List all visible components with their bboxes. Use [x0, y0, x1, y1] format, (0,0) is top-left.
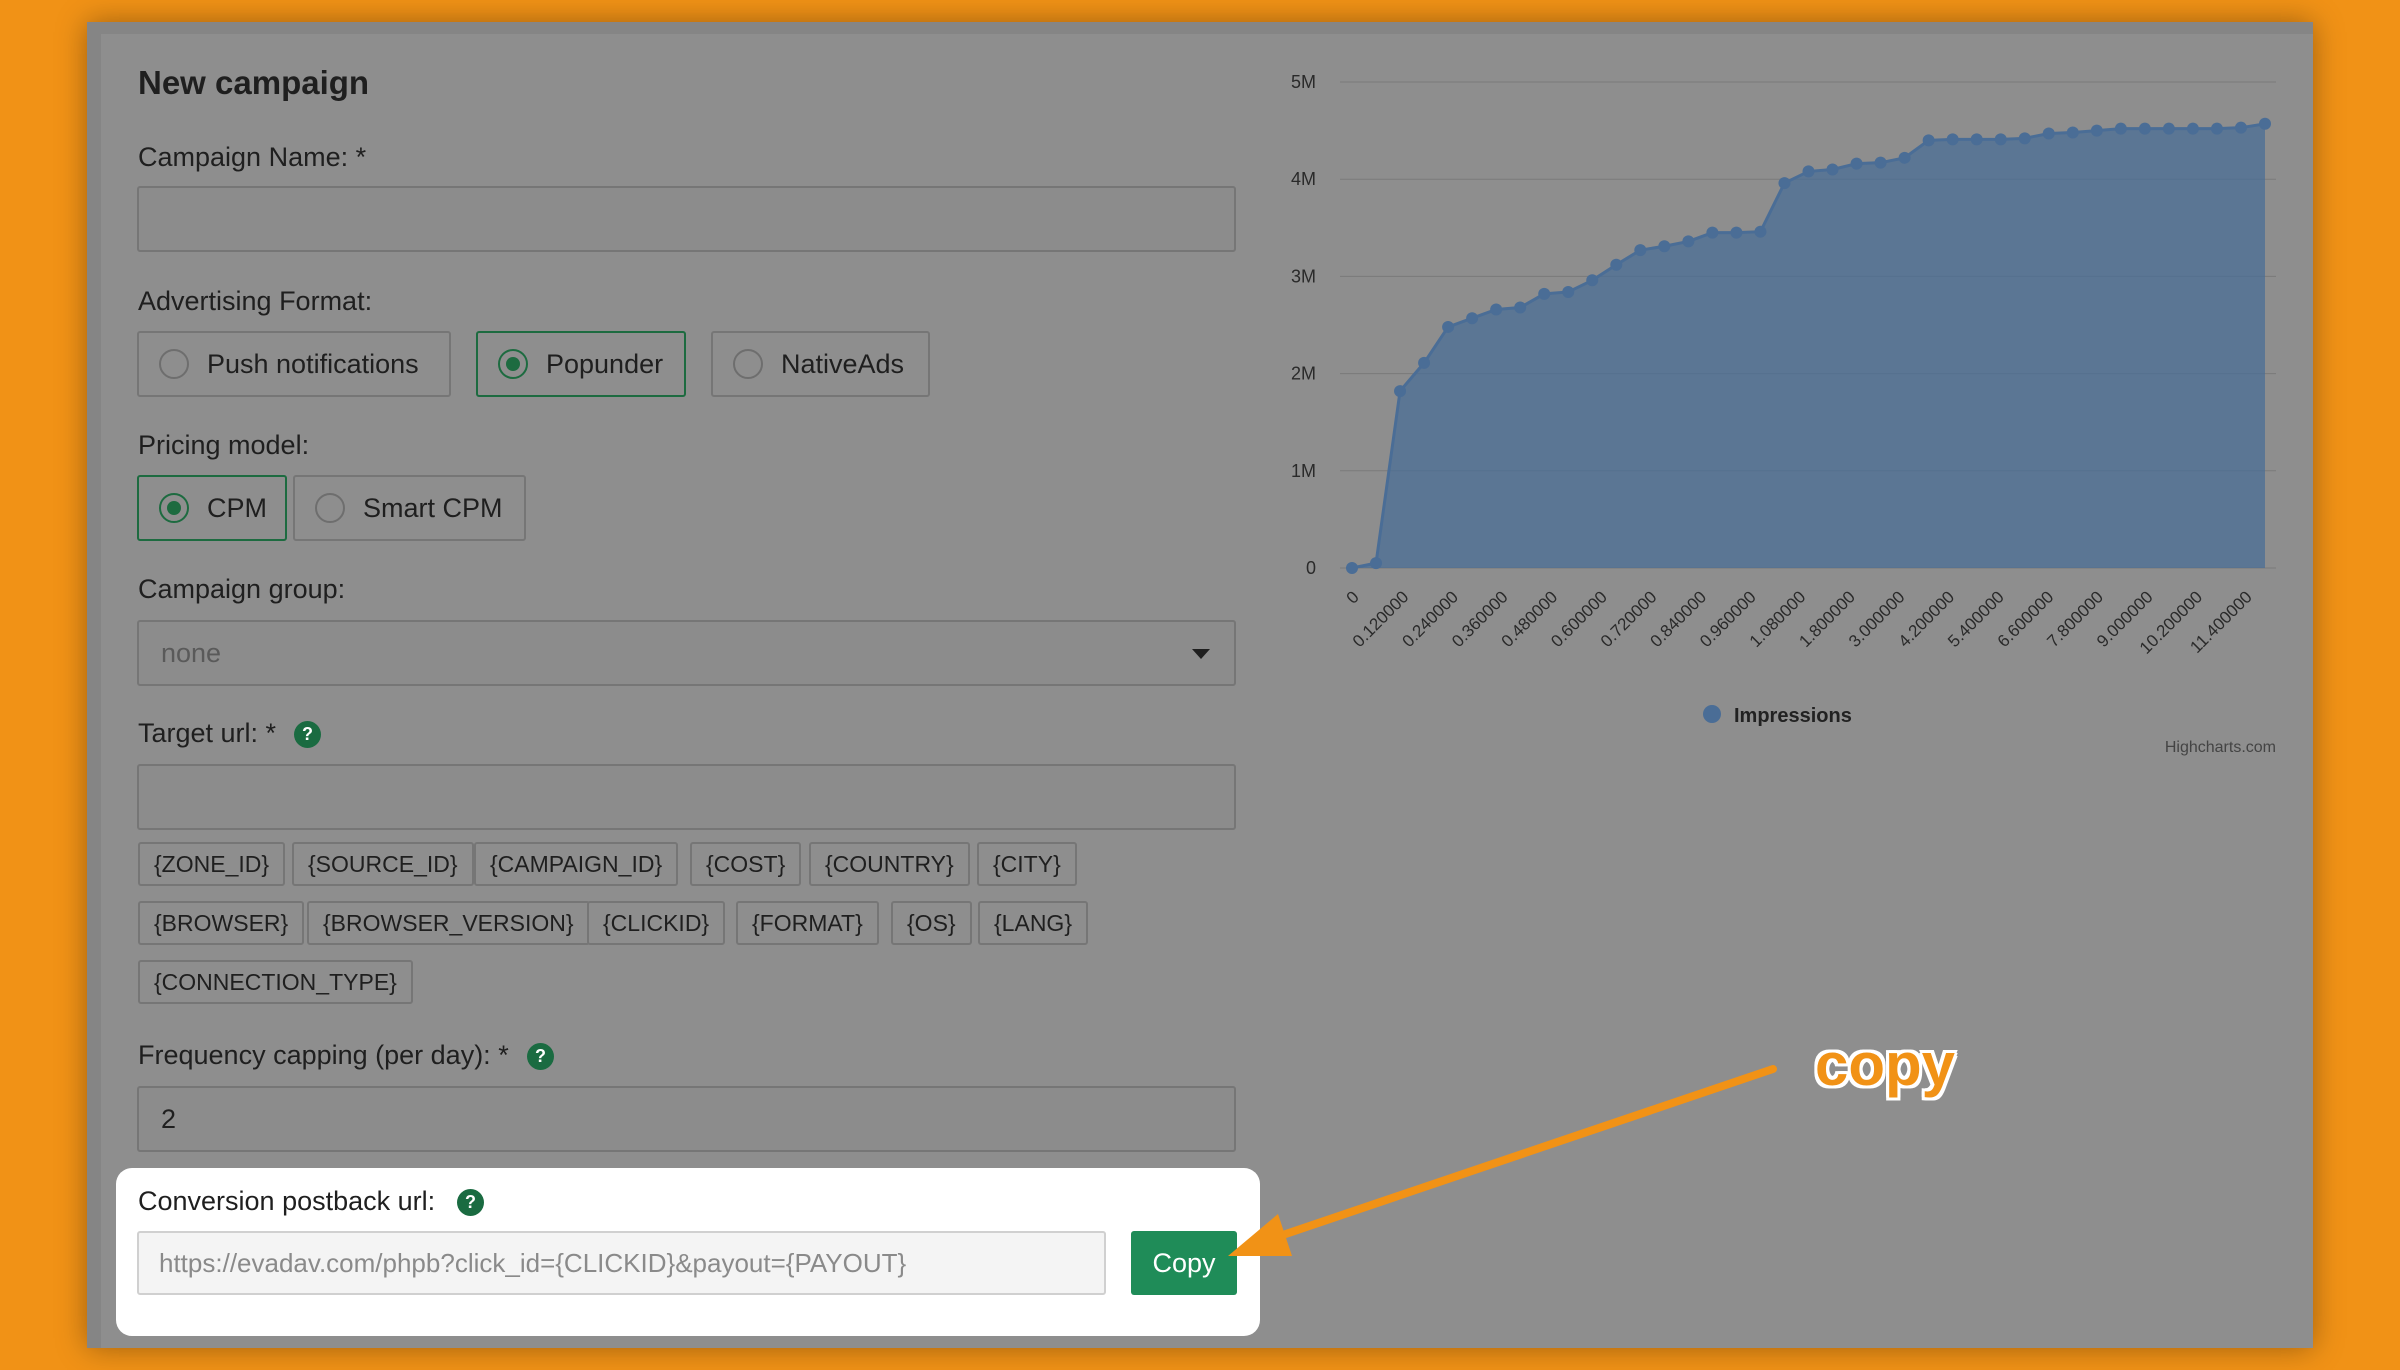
arrow-head-icon [1228, 1214, 1292, 1256]
copy-annotation: copy [1815, 1031, 1956, 1098]
arrow-shaft [1264, 1065, 1777, 1244]
annotation-arrow [1228, 1065, 1777, 1256]
